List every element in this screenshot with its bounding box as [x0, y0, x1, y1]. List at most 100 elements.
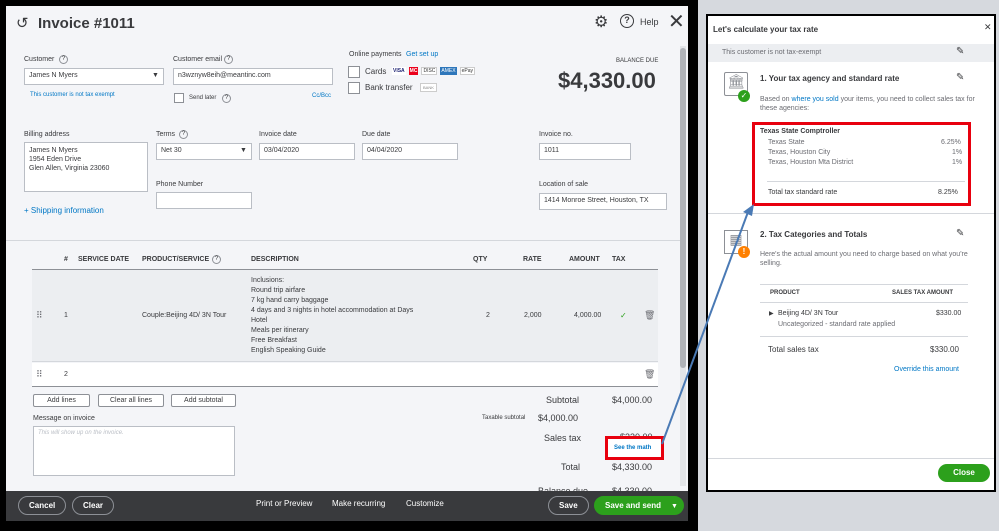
clear-button[interactable]: Clear	[72, 496, 115, 515]
send-later-label: Send later	[189, 95, 217, 101]
email-field[interactable]: n3wznyw8eih@meantinc.com	[173, 68, 333, 85]
see-the-math-link[interactable]: See the math	[614, 445, 651, 451]
location-label: Location of sale	[539, 181, 589, 188]
location-field[interactable]: 1414 Monroe Street, Houston, TX	[539, 193, 667, 210]
history-icon[interactable]: ↺	[16, 14, 29, 32]
invoice-window: ↺ Invoice #1011 ⚙ ? Help ✕ Customer ? Ja…	[6, 6, 688, 521]
get-set-up-link[interactable]: Get set up	[406, 51, 438, 58]
description-line: Meals per itinerary	[251, 327, 309, 334]
col-header-sales-tax: SALES TAX AMOUNT	[892, 290, 953, 296]
message-label: Message on invoice	[33, 415, 95, 422]
cards-label: Cards	[365, 67, 387, 76]
save-and-send-button[interactable]: Save and send	[594, 496, 671, 515]
rate-value: 1%	[952, 159, 963, 166]
mastercard-icon: MC	[408, 67, 419, 75]
description-line: Free Breakfast	[251, 337, 297, 344]
save-send-dropdown[interactable]: ▼	[665, 496, 684, 515]
section-divider	[6, 240, 682, 241]
close-button[interactable]: Close	[938, 464, 990, 482]
cancel-button[interactable]: Cancel	[18, 496, 67, 515]
col-header-product: PRODUCT	[770, 290, 800, 296]
subtotal-value: $4,000.00	[612, 395, 653, 405]
bank-transfer-checkbox[interactable]	[348, 82, 360, 94]
product-name: Beijing 4D/ 3N Tour	[778, 310, 839, 317]
save-button[interactable]: Save	[548, 496, 589, 515]
clear-all-lines-button[interactable]: Clear all lines	[98, 394, 164, 407]
epay-icon: ePay	[459, 67, 475, 75]
phone-label: Phone Number	[156, 181, 204, 188]
invoice-no-field[interactable]: 1011	[539, 143, 631, 160]
invoice-date-field[interactable]: 03/04/2020	[259, 143, 355, 160]
cards-checkbox[interactable]	[348, 66, 360, 78]
description-line: Inclusions:	[251, 277, 285, 284]
tax-check-icon[interactable]: ✓	[620, 311, 627, 320]
pencil-icon[interactable]: ✎	[956, 72, 964, 83]
gear-icon[interactable]: ⚙	[594, 12, 608, 32]
row-product[interactable]: Couple:Beijing 4D/ 3N Tour	[142, 312, 226, 319]
message-field[interactable]: This will show up on the invoice.	[33, 426, 235, 476]
trash-icon[interactable]: 🗑	[644, 310, 655, 321]
drag-handle-icon[interactable]: ⠿	[36, 369, 43, 380]
add-subtotal-button[interactable]: Add subtotal	[171, 394, 236, 407]
billing-line: James N Myers	[29, 147, 78, 154]
terms-select[interactable]: Net 30	[156, 143, 252, 160]
scrollbar-thumb[interactable]	[680, 48, 686, 368]
line-items-table: # SERVICE DATE PRODUCT/SERVICE ? DESCRIP…	[32, 248, 658, 388]
balance-due-amount: $4,330.00	[558, 68, 656, 93]
row-number: 2	[64, 371, 68, 378]
col-header-tax: TAX	[612, 256, 626, 263]
section1-title: 1. Your tax agency and standard rate	[760, 74, 900, 83]
close-icon[interactable]: ✕	[668, 9, 685, 34]
override-amount-link[interactable]: Override this amount	[894, 366, 959, 373]
online-payments-label: Online payments	[349, 51, 402, 58]
rate-value: 6.25%	[941, 139, 961, 146]
send-later-checkbox[interactable]	[174, 93, 184, 103]
row-rate[interactable]: 2,000	[524, 312, 542, 319]
col-header-qty: QTY	[473, 256, 488, 263]
customize-link[interactable]: Customize	[406, 499, 444, 508]
print-preview-link[interactable]: Print or Preview	[256, 499, 312, 508]
help-icon[interactable]: ?	[620, 14, 634, 28]
drag-handle-icon[interactable]: ⠿	[36, 310, 43, 321]
table-row[interactable]: ⠿ 2 🗑	[32, 363, 658, 387]
taxable-subtotal-value: $4,000.00	[538, 413, 579, 423]
pencil-icon[interactable]: ✎	[956, 46, 964, 57]
shipping-info-link[interactable]: + Shipping information	[24, 206, 104, 215]
caret-right-icon[interactable]: ▶	[769, 310, 774, 317]
agency-name: Texas State Comptroller	[760, 128, 841, 135]
row-description[interactable]: Inclusions: Round trip airfare 7 kg hand…	[251, 276, 413, 356]
tax-exempt-note: This customer is not tax exempt	[30, 92, 115, 98]
customer-select[interactable]: James N Myers	[24, 68, 164, 85]
scrollbar[interactable]	[680, 46, 686, 486]
close-icon[interactable]: ✕	[984, 22, 992, 33]
help-link[interactable]: Help	[640, 17, 659, 27]
bank-transfer-label: Bank transfer	[365, 83, 413, 92]
discover-icon: DISC	[421, 67, 438, 75]
email-label: Customer email	[173, 56, 223, 63]
row-number: 1	[64, 312, 68, 319]
product-note: Uncategorized - standard rate applied	[778, 321, 896, 328]
rate-value: 1%	[952, 149, 963, 156]
section2-title: 2. Tax Categories and Totals	[760, 230, 868, 239]
amex-icon: AMEX	[440, 67, 457, 75]
total-rate-label: Total tax standard rate	[768, 189, 838, 196]
add-lines-button[interactable]: Add lines	[33, 394, 90, 407]
row-qty[interactable]: 2	[486, 312, 490, 319]
billing-address-field[interactable]: James N Myers 1954 Eden Drive Glen Allen…	[24, 142, 148, 192]
trash-icon[interactable]: 🗑	[644, 369, 655, 380]
where-you-sold-link[interactable]: where you sold	[792, 96, 839, 103]
cc-bcc-link[interactable]: Cc/Bcc	[312, 93, 331, 99]
description-line: Hotel	[251, 317, 268, 324]
info-icon: ?	[59, 55, 68, 64]
pencil-icon[interactable]: ✎	[956, 228, 964, 239]
chevron-down-icon: ▼	[240, 147, 247, 154]
product-tax-amount: $330.00	[936, 310, 962, 317]
total-sales-tax-value: $330.00	[930, 345, 959, 354]
customer-label: Customer	[24, 56, 55, 63]
due-date-field[interactable]: 04/04/2020	[362, 143, 458, 160]
row-amount[interactable]: 4,000.00	[574, 312, 601, 319]
phone-field[interactable]	[156, 192, 252, 209]
make-recurring-link[interactable]: Make recurring	[332, 499, 385, 508]
total-value: $4,330.00	[612, 462, 653, 472]
table-row[interactable]: ⠿ 1 Couple:Beijing 4D/ 3N Tour Inclusion…	[32, 270, 658, 362]
